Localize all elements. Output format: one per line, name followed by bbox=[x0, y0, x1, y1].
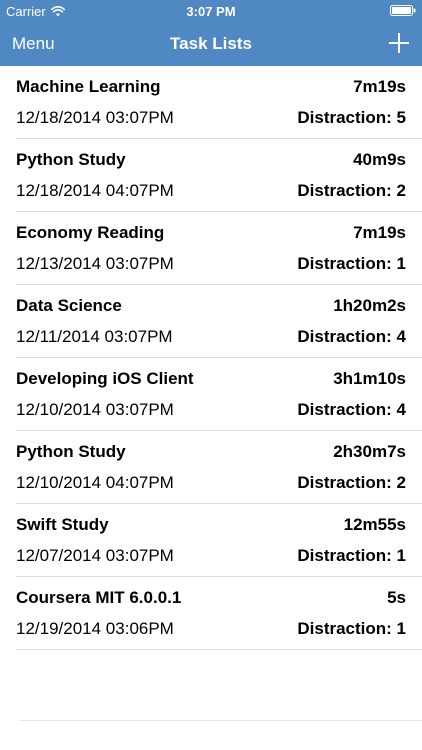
task-name: Machine Learning bbox=[16, 77, 161, 96]
task-duration: 7m19s bbox=[353, 223, 406, 242]
task-duration: 1h20m2s bbox=[333, 296, 406, 315]
task-distraction: Distraction: 2 bbox=[297, 181, 406, 200]
task-date: 12/18/2014 04:07PM bbox=[16, 181, 174, 200]
task-name: Python Study bbox=[16, 442, 126, 461]
task-duration: 12m55s bbox=[343, 515, 406, 534]
menu-button[interactable]: Menu bbox=[12, 34, 55, 54]
task-name: Developing iOS Client bbox=[16, 369, 194, 388]
add-icon[interactable] bbox=[386, 30, 412, 56]
task-row[interactable]: Swift Study 12m55s 12/07/2014 03:07PM Di… bbox=[0, 504, 422, 577]
task-row[interactable]: Python Study 2h30m7s 12/10/2014 04:07PM … bbox=[0, 431, 422, 504]
screen: Carrier 3:07 PM Menu Task Lists Machine … bbox=[0, 0, 422, 750]
task-date: 12/10/2014 03:07PM bbox=[16, 400, 174, 419]
task-distraction: Distraction: 4 bbox=[297, 400, 406, 419]
task-name: Economy Reading bbox=[16, 223, 165, 242]
task-date: 12/13/2014 03:07PM bbox=[16, 254, 174, 273]
empty-row-separator bbox=[20, 720, 422, 721]
task-list: Machine Learning 7m19s 12/18/2014 03:07P… bbox=[0, 66, 422, 650]
task-row[interactable]: Python Study 40m9s 12/18/2014 04:07PM Di… bbox=[0, 139, 422, 212]
task-date: 12/07/2014 03:07PM bbox=[16, 546, 174, 565]
status-bar: Carrier 3:07 PM bbox=[0, 0, 422, 22]
page-title: Task Lists bbox=[170, 34, 252, 53]
task-date: 12/10/2014 04:07PM bbox=[16, 473, 174, 492]
task-duration: 2h30m7s bbox=[333, 442, 406, 461]
task-date: 12/11/2014 03:07PM bbox=[16, 327, 173, 346]
task-name: Swift Study bbox=[16, 515, 109, 534]
task-duration: 40m9s bbox=[353, 150, 406, 169]
task-row[interactable]: Coursera MIT 6.0.0.1 5s 12/19/2014 03:06… bbox=[0, 577, 422, 650]
battery-icon bbox=[390, 5, 416, 16]
task-duration: 3h1m10s bbox=[333, 369, 406, 388]
task-row[interactable]: Data Science 1h20m2s 12/11/2014 03:07PM … bbox=[0, 285, 422, 358]
task-distraction: Distraction: 1 bbox=[297, 546, 406, 565]
task-distraction: Distraction: 5 bbox=[297, 108, 406, 127]
task-row[interactable]: Machine Learning 7m19s 12/18/2014 03:07P… bbox=[0, 66, 422, 139]
header: Carrier 3:07 PM Menu Task Lists bbox=[0, 0, 422, 66]
task-distraction: Distraction: 1 bbox=[297, 619, 406, 638]
task-distraction: Distraction: 2 bbox=[297, 473, 406, 492]
status-time: 3:07 PM bbox=[186, 4, 236, 19]
task-duration: 7m19s bbox=[353, 77, 406, 96]
task-date: 12/18/2014 03:07PM bbox=[16, 108, 174, 127]
task-name: Python Study bbox=[16, 150, 126, 169]
task-distraction: Distraction: 4 bbox=[297, 327, 406, 346]
navigation-bar: Menu Task Lists bbox=[0, 22, 422, 66]
task-row[interactable]: Economy Reading 7m19s 12/13/2014 03:07PM… bbox=[0, 212, 422, 285]
task-date: 12/19/2014 03:06PM bbox=[16, 619, 174, 638]
task-name: Data Science bbox=[16, 296, 122, 315]
task-name: Coursera MIT 6.0.0.1 bbox=[16, 588, 182, 607]
task-duration: 5s bbox=[387, 588, 406, 607]
task-row[interactable]: Developing iOS Client 3h1m10s 12/10/2014… bbox=[0, 358, 422, 431]
task-distraction: Distraction: 1 bbox=[297, 254, 406, 273]
